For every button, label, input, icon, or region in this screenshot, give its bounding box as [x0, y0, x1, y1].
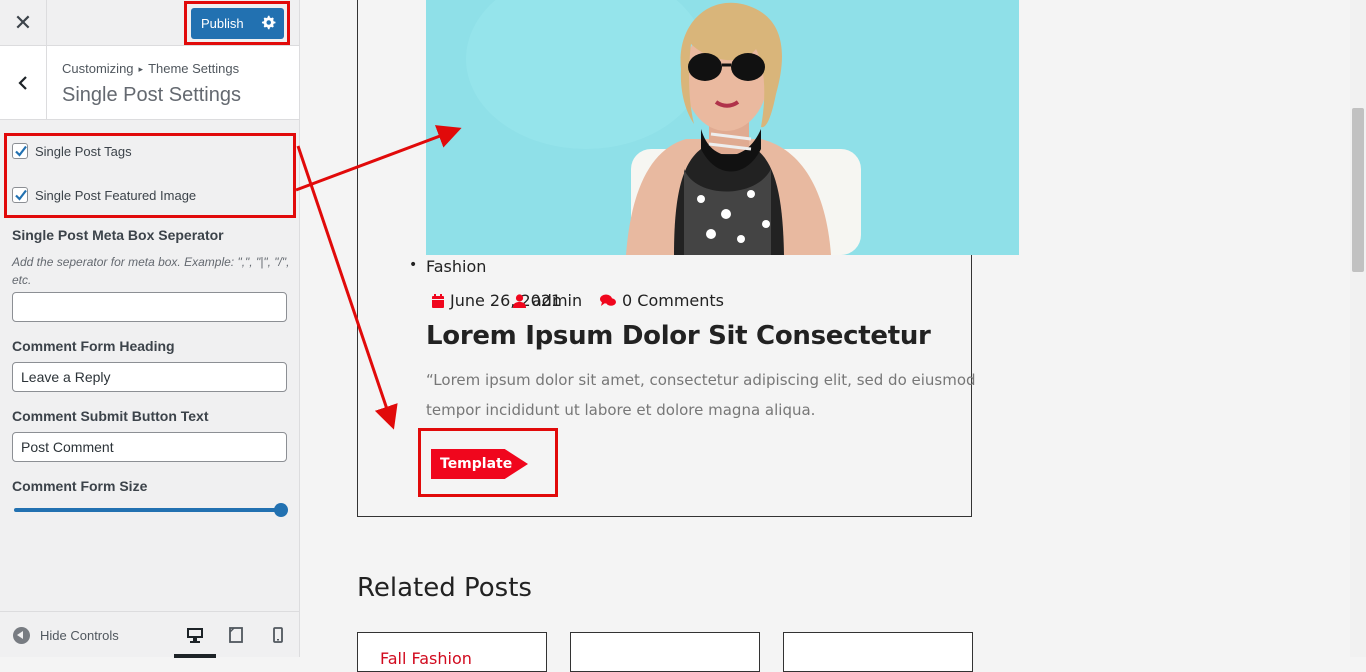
comment-submit-input[interactable] [12, 432, 287, 462]
single-post-featured-image-label: Single Post Featured Image [35, 187, 197, 203]
collapse-arrow-icon [13, 627, 30, 644]
active-device-indicator [174, 654, 216, 658]
close-icon: ✕ [13, 10, 33, 35]
meta-separator-input[interactable] [12, 292, 287, 322]
single-post-tags-label: Single Post Tags [35, 143, 132, 159]
preview-scrollbar[interactable] [1350, 0, 1366, 657]
checkmark-icon [15, 189, 27, 201]
customizer-sidebar: ✕ Publish Customizing ▸ Theme Settings Sin… [0, 0, 300, 658]
comment-form-size-slider[interactable] [12, 503, 288, 517]
publish-label: Publish [201, 16, 244, 31]
section-title: Single Post Settings [62, 84, 241, 106]
breadcrumb-separator-icon: ▸ [138, 64, 144, 74]
scrollbar-thumb[interactable] [1352, 108, 1364, 272]
back-button[interactable] [0, 46, 47, 119]
hide-controls-label: Hide Controls [40, 628, 119, 643]
meta-separator-label: Single Post Meta Box Seperator [12, 227, 224, 243]
breadcrumb: Customizing ▸ Theme Settings [62, 61, 239, 76]
post-title[interactable]: Lorem Ipsum Dolor Sit Consectetur [426, 321, 931, 351]
desktop-icon [187, 628, 203, 643]
comment-submit-label: Comment Submit Button Text [12, 408, 209, 424]
meta-separator-description: Add the seperator for meta box. Example:… [12, 255, 290, 287]
related-post-card[interactable] [783, 632, 973, 672]
checkmark-icon [15, 145, 27, 157]
post-comments[interactable]: 0 Comments [600, 291, 724, 310]
post-author[interactable]: admin [513, 291, 582, 310]
post-excerpt: “Lorem ipsum dolor sit amet, consectetur… [426, 371, 976, 419]
section-header: Customizing ▸ Theme Settings Single Post S… [0, 46, 299, 120]
calendar-icon [432, 293, 444, 308]
comment-form-heading-label: Comment Form Heading [12, 338, 175, 354]
single-post-featured-image-option[interactable]: Single Post Featured Image [12, 187, 196, 203]
breadcrumb-parent: Theme Settings [148, 61, 240, 76]
mobile-preview-button[interactable] [268, 627, 288, 645]
single-post-tags-option[interactable]: Single Post Tags [12, 143, 132, 159]
desktop-preview-button[interactable] [185, 627, 205, 645]
tablet-icon [229, 627, 243, 643]
comment-form-heading-input[interactable] [12, 362, 287, 392]
post-category[interactable]: Fashion [409, 257, 487, 276]
single-post-featured-image-checkbox[interactable] [12, 187, 28, 203]
single-post-tags-checkbox[interactable] [12, 143, 28, 159]
related-post-card[interactable]: Fall Fashion [357, 632, 547, 672]
comment-form-size-label: Comment Form Size [12, 478, 148, 494]
gear-icon[interactable] [261, 15, 276, 30]
featured-image[interactable] [426, 0, 1019, 255]
slider-track [14, 508, 284, 512]
related-post-card[interactable] [570, 632, 760, 672]
mobile-icon [273, 627, 283, 643]
close-customizer-button[interactable]: ✕ [0, 0, 47, 46]
slider-thumb[interactable] [274, 503, 288, 517]
site-preview: Fashion June 26, 2021 admin 0 Comments L… [300, 0, 1350, 672]
comments-icon [600, 294, 616, 306]
post-author-text: admin [532, 291, 583, 310]
related-posts-heading: Related Posts [357, 573, 532, 603]
tablet-preview-button[interactable] [226, 627, 246, 645]
user-icon [513, 293, 526, 308]
related-post-title[interactable]: Fall Fashion [380, 649, 472, 668]
fashion-photo-illustration [426, 0, 1019, 255]
breadcrumb-root: Customizing [62, 61, 134, 76]
customizer-footer: Hide Controls [0, 611, 299, 658]
chevron-left-icon [18, 75, 27, 90]
publish-button[interactable]: Publish [191, 8, 284, 39]
customizer-topbar: ✕ Publish [0, 0, 299, 46]
post-card: Fashion June 26, 2021 admin 0 Comments L… [357, 0, 1019, 517]
post-comments-text: 0 Comments [622, 291, 724, 310]
hide-controls-button[interactable]: Hide Controls [13, 627, 119, 644]
